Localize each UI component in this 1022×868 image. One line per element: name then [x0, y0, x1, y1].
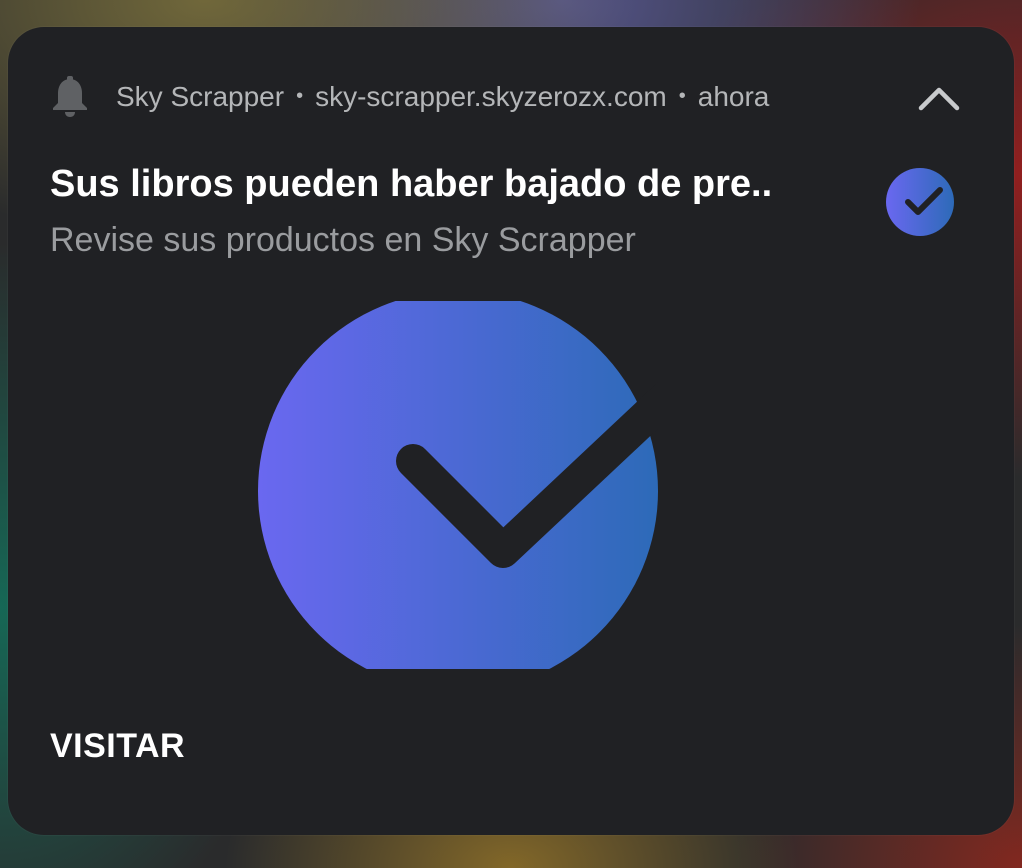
- bell-icon: [53, 76, 87, 117]
- separator-dot: •: [296, 84, 304, 107]
- timestamp: ahora: [697, 81, 770, 112]
- chevron-up-icon[interactable]: [916, 79, 962, 115]
- app-icon: [886, 168, 954, 236]
- notification-title: Sus libros pueden haber bajado de pre..: [50, 163, 773, 205]
- app-name: Sky Scrapper: [116, 81, 285, 112]
- visit-button[interactable]: VISITAR: [50, 727, 185, 766]
- separator-dot: •: [678, 84, 686, 107]
- notification-card[interactable]: Sky Scrapper • sky-scrapper.skyzerozx.co…: [8, 27, 1014, 835]
- notification-body: Revise sus productos en Sky Scrapper: [50, 221, 636, 259]
- source-domain: sky-scrapper.skyzerozx.com: [315, 81, 667, 112]
- notification-header: Sky Scrapper • sky-scrapper.skyzerozx.co…: [50, 75, 769, 119]
- checkmark-circle-icon: [258, 301, 658, 669]
